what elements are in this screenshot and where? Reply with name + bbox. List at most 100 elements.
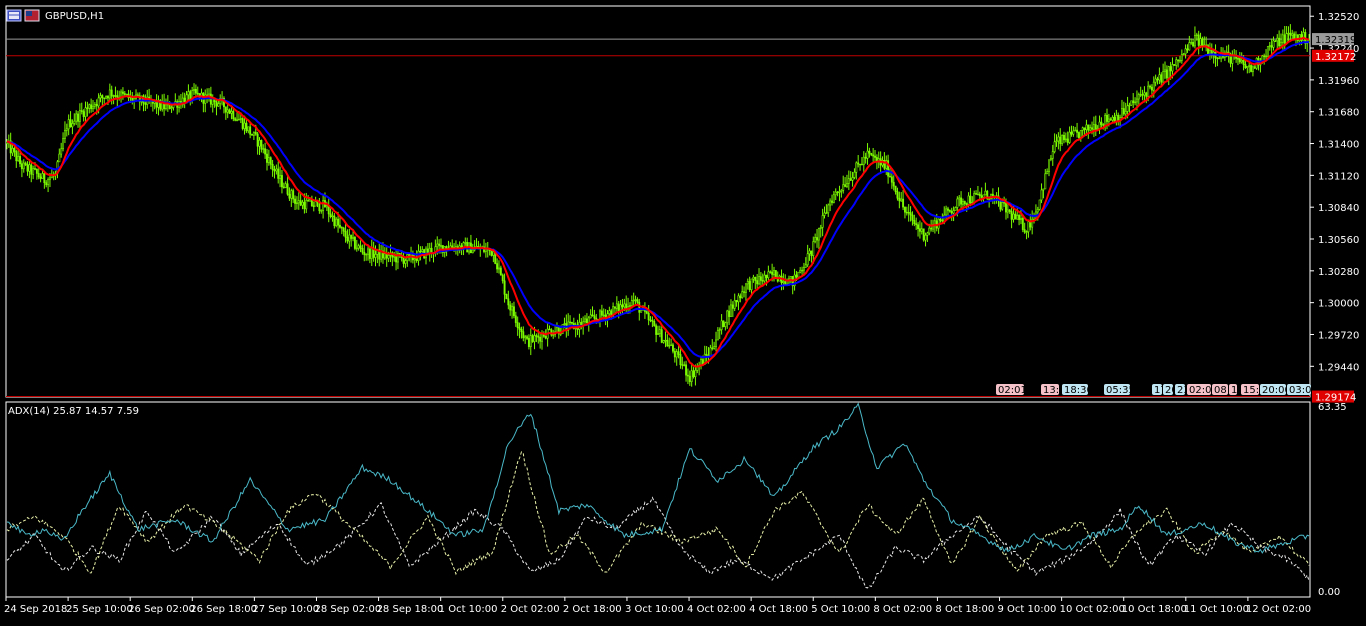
candle	[327, 198, 330, 223]
candle	[874, 150, 876, 163]
candle	[47, 177, 50, 193]
candle	[312, 201, 315, 212]
event-marker[interactable]: 08	[1212, 384, 1228, 396]
chart-canvas[interactable]: 02:01 13:018:30 05:35 1720 23 02:0108 1 15:320:…	[0, 0, 1366, 623]
candle	[1076, 122, 1079, 138]
candle	[9, 132, 12, 160]
candle	[1193, 26, 1196, 49]
candle	[86, 101, 89, 117]
candle	[823, 206, 826, 219]
candle	[917, 222, 920, 237]
price-tick-label: 1.29720	[1318, 330, 1359, 341]
candle	[234, 117, 237, 122]
candle	[726, 309, 729, 329]
event-marker[interactable]: 20:00	[1260, 384, 1291, 396]
candle	[193, 83, 195, 95]
candle	[179, 93, 182, 109]
candle	[114, 86, 117, 98]
candle	[913, 214, 916, 227]
candle	[335, 217, 338, 228]
candle	[657, 325, 659, 335]
candle	[30, 160, 33, 183]
candle	[1092, 116, 1095, 138]
candle	[527, 334, 530, 350]
candle	[484, 242, 487, 258]
candle	[1087, 124, 1090, 139]
candle	[249, 123, 252, 139]
candle	[1044, 168, 1047, 190]
candle	[954, 206, 957, 211]
candle	[885, 155, 888, 176]
candle	[1154, 74, 1157, 87]
candle	[368, 246, 371, 264]
event-marker[interactable]: 05:35	[1104, 384, 1135, 396]
candle	[756, 274, 759, 290]
candle	[860, 157, 863, 166]
candle	[294, 195, 297, 211]
candle	[483, 239, 485, 254]
candle	[937, 218, 940, 234]
candle	[1109, 117, 1112, 121]
candle	[969, 187, 972, 207]
price-pane[interactable]	[5, 5, 1311, 398]
trading-chart[interactable]: 02:01 13:0 18:30 05:35 17 20 23 02:01 08 1 15:3 20:…	[0, 0, 1366, 623]
candle	[840, 188, 843, 198]
candle	[862, 151, 865, 173]
event-marker[interactable]: 13:0	[1041, 384, 1065, 396]
candle	[1177, 59, 1180, 68]
candle	[63, 121, 66, 144]
candle	[475, 238, 478, 249]
candle	[984, 182, 987, 196]
candle	[123, 91, 126, 96]
candle	[410, 246, 412, 263]
candle	[1190, 38, 1193, 45]
candle	[320, 209, 323, 214]
indicator-pane[interactable]	[5, 401, 1311, 598]
candle	[554, 324, 557, 338]
candle	[649, 316, 652, 323]
candle	[395, 249, 398, 271]
event-marker[interactable]: 1	[1229, 384, 1237, 396]
candle	[672, 342, 674, 354]
candle	[589, 309, 592, 319]
candle	[1061, 134, 1064, 146]
candle	[170, 104, 173, 113]
candle	[1164, 61, 1166, 79]
candle	[896, 187, 899, 201]
candle	[1048, 159, 1050, 177]
candle	[224, 106, 227, 120]
candle	[380, 244, 383, 263]
candle	[148, 88, 151, 104]
candle	[1121, 99, 1123, 120]
candle	[50, 169, 53, 179]
candle	[120, 89, 123, 103]
candle	[80, 102, 83, 115]
candle	[1246, 65, 1249, 74]
candle	[1038, 199, 1041, 211]
candle	[26, 161, 29, 176]
candle	[1089, 124, 1092, 132]
candle	[1160, 72, 1163, 86]
candle	[1182, 52, 1185, 56]
candle	[838, 185, 841, 202]
svg-text:1.32172: 1.32172	[1315, 52, 1356, 63]
candle	[1115, 109, 1118, 126]
candle	[340, 226, 343, 235]
event-marker[interactable]: 02:01	[996, 384, 1027, 396]
candle	[77, 110, 79, 128]
event-marker[interactable]: 18:30	[1062, 384, 1093, 396]
candle	[1289, 24, 1292, 42]
candle	[615, 296, 618, 313]
candle	[251, 133, 253, 136]
candle	[711, 339, 714, 351]
candle	[909, 206, 912, 222]
candle	[1137, 92, 1140, 106]
price-tick-label: 1.30560	[1318, 235, 1359, 246]
candle	[799, 267, 802, 274]
candle	[898, 191, 901, 209]
candle	[514, 311, 517, 327]
candle	[877, 151, 880, 169]
price-tick-label: 1.30840	[1318, 203, 1359, 214]
candle	[385, 247, 388, 267]
candle	[344, 223, 347, 243]
